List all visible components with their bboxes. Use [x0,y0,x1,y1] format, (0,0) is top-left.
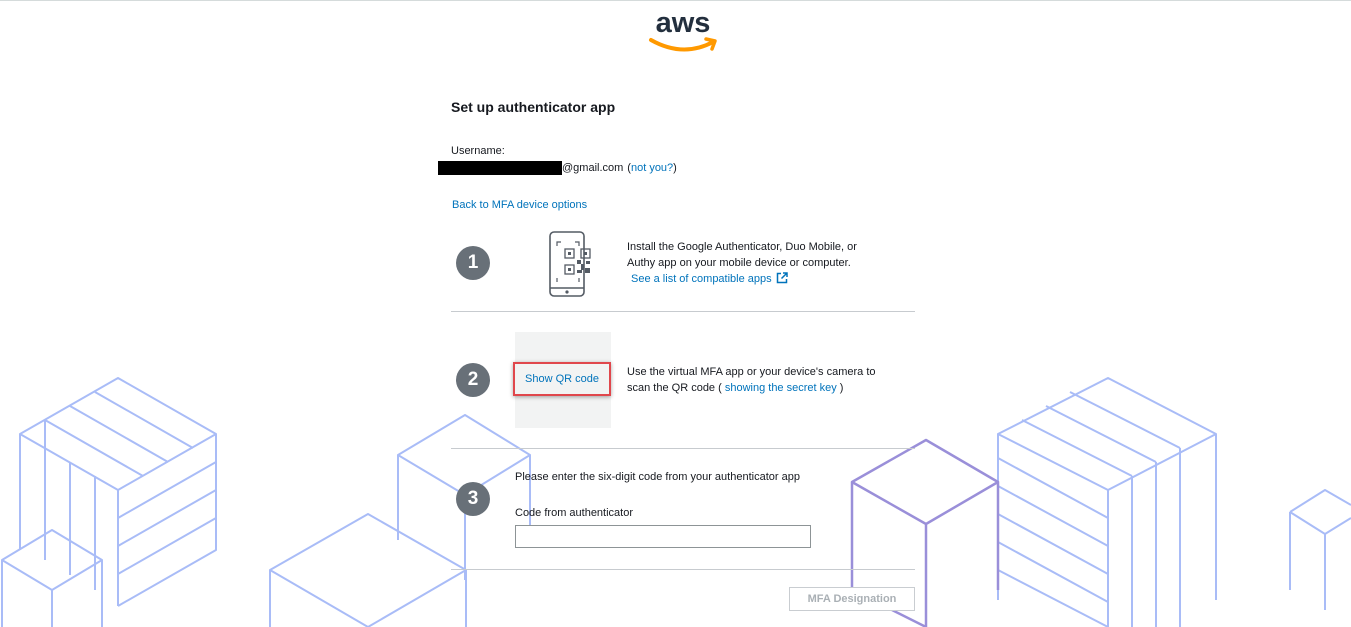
show-secret-key-link[interactable]: showing the secret key [725,382,837,394]
divider-3 [451,569,915,570]
step-1-badge: 1 [456,246,490,280]
username-row: @gmail.com ( not you? ) [438,161,677,175]
redacted-username [438,161,562,175]
compatible-apps-link[interactable]: See a list of compatible apps [631,273,772,285]
step-1-line-2: Authy app on your mobile device or compu… [627,257,851,269]
step-1-line-1: Install the Google Authenticator, Duo Mo… [627,241,857,253]
step-1-text: Install the Google Authenticator, Duo Mo… [627,239,857,287]
external-link-icon [776,272,788,284]
not-you-link[interactable]: not you? [631,162,673,174]
divider-1 [451,311,915,312]
divider-2 [451,448,915,449]
step-2-line-1: Use the virtual MFA app or your device's… [627,366,876,378]
show-qr-code-button[interactable]: Show QR code [513,362,611,396]
paren-close: ) [673,162,677,174]
back-to-mfa-options-link[interactable]: Back to MFA device options [452,199,587,211]
mfa-designation-button[interactable]: MFA Designation [789,587,915,611]
step-2-badge: 2 [456,363,490,397]
step-3-badge: 3 [456,482,490,516]
step-2-line-2: scan the QR code ( showing the secret ke… [627,380,876,396]
authenticator-code-input[interactable] [515,525,811,548]
mfa-setup-panel: Set up authenticator app Username: @gmai… [438,0,915,627]
username-label: Username: [451,145,505,157]
compatible-apps-row: See a list of compatible apps [627,271,857,287]
email-domain: @gmail.com [562,162,624,174]
page-title: Set up authenticator app [451,99,616,115]
step-2-text: Use the virtual MFA app or your device's… [627,364,876,396]
code-field-label: Code from authenticator [515,507,634,519]
step-3-instruction: Please enter the six-digit code from you… [515,471,800,483]
step-2-line-2-prefix: scan the QR code ( [627,382,722,394]
step-2-line-2-suffix: ) [839,382,844,394]
phone-qr-icon [549,231,591,297]
